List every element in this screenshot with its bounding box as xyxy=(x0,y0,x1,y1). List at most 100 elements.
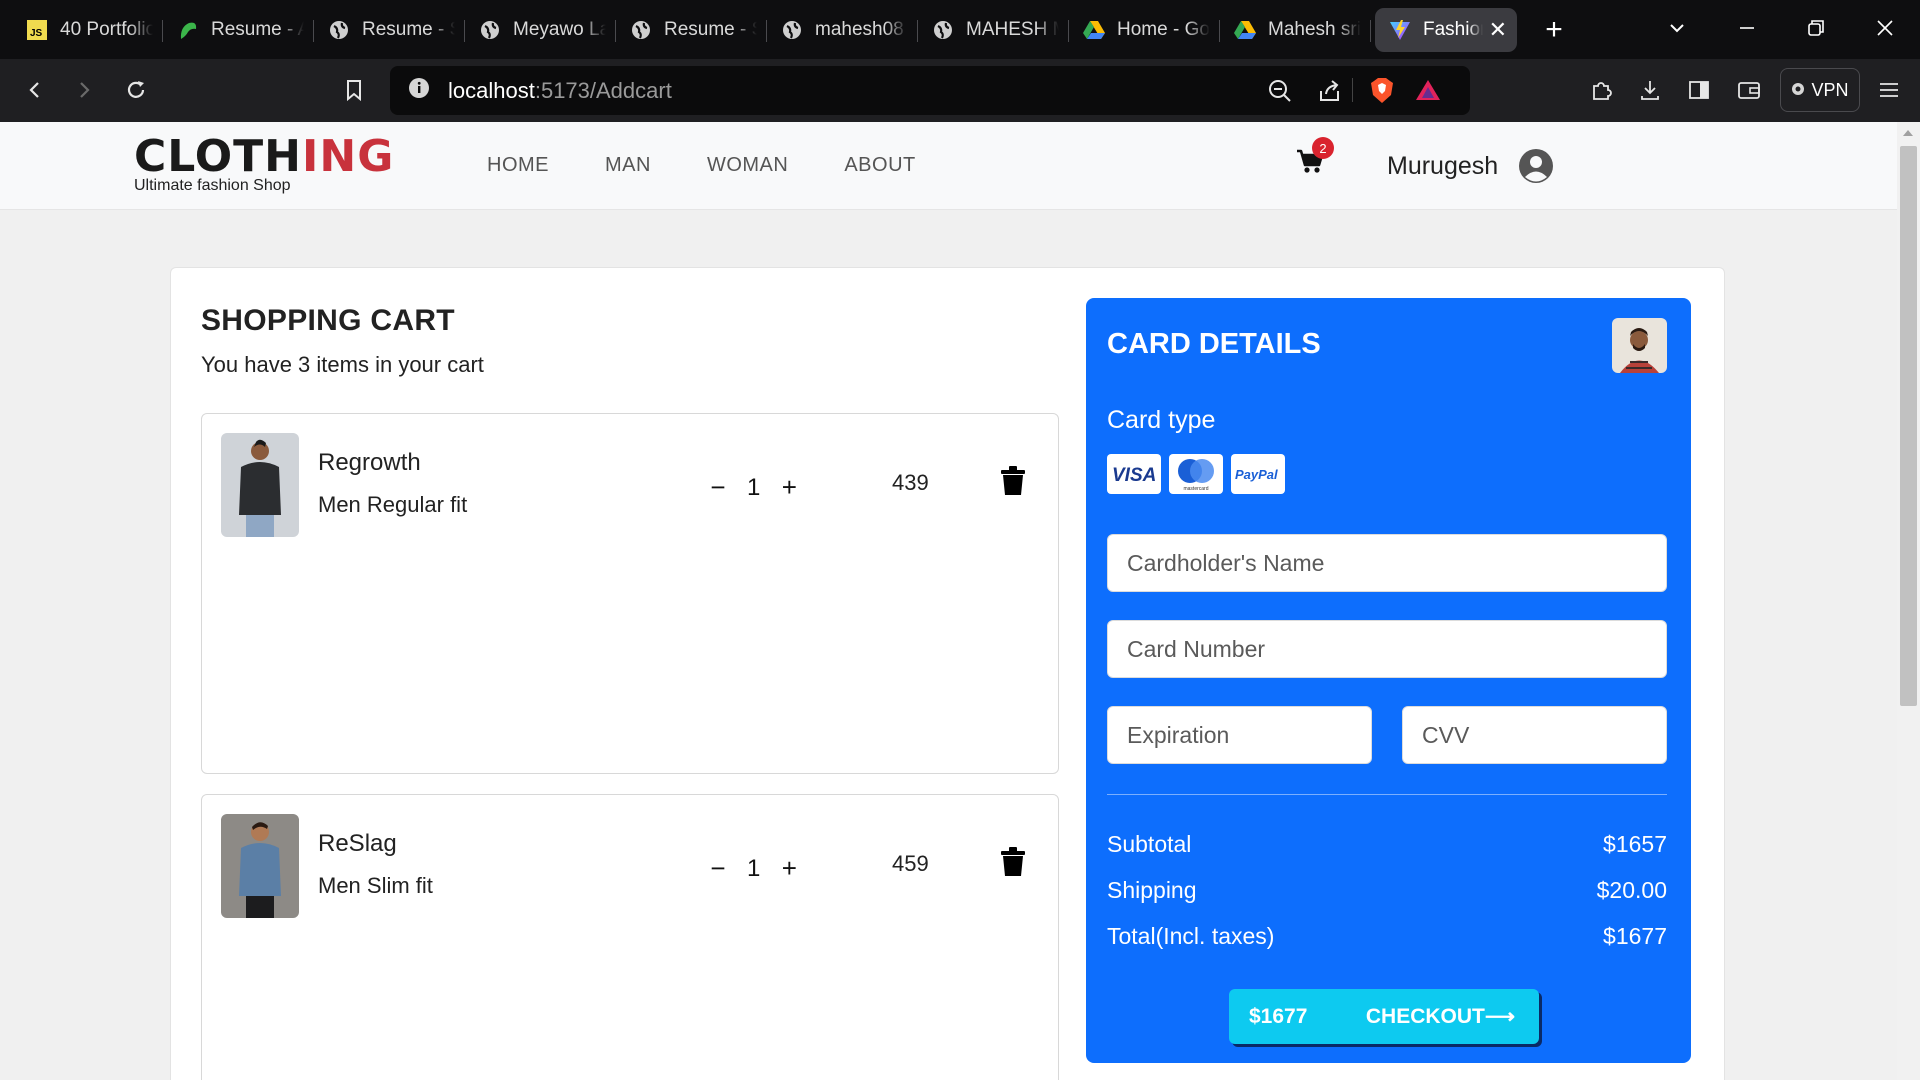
zoom-out-icon[interactable] xyxy=(1268,79,1292,108)
product-fit: Men Slim fit xyxy=(318,873,433,898)
tab-title: Mahesh sri xyxy=(1268,18,1361,40)
trash-icon[interactable] xyxy=(1000,466,1026,501)
bookmark-icon[interactable] xyxy=(337,73,371,107)
card-brands: VISA mastercard PayPal xyxy=(1107,454,1285,494)
quantity-value: 1 xyxy=(747,854,761,882)
close-tab-icon[interactable]: ✕ xyxy=(1489,17,1507,43)
browser-tab[interactable]: Resume - S xyxy=(616,8,767,52)
nav-home[interactable]: HOME xyxy=(487,154,549,177)
decrease-qty-button[interactable]: − xyxy=(707,853,729,884)
chevron-down-icon[interactable] xyxy=(1668,6,1686,50)
globe-icon xyxy=(781,19,803,41)
product-fit: Men Regular fit xyxy=(318,492,468,517)
nav-man[interactable]: MAN xyxy=(605,154,651,177)
browser-tab[interactable]: mahesh08 xyxy=(767,8,918,52)
tab-title: Fashion xyxy=(1423,18,1483,40)
logo-part: CL xyxy=(134,131,195,182)
url-host: localhost xyxy=(448,77,535,103)
browser-tab[interactable]: Resume - A xyxy=(163,8,314,52)
paypal-label: PayPal xyxy=(1235,467,1278,482)
increase-qty-button[interactable]: + xyxy=(778,853,800,884)
url-path: :5173/Addcart xyxy=(534,77,672,103)
page-viewport: CLOTHING Ultimate fashion Shop HOME MAN … xyxy=(0,122,1897,1080)
logo-part: TH xyxy=(233,131,303,182)
back-icon[interactable] xyxy=(18,73,52,107)
cart-container: SHOPPING CART You have 3 items in your c… xyxy=(170,267,1725,1080)
vpn-button[interactable]: VPN xyxy=(1780,68,1860,112)
card-details-panel: CARD DETAILS Card type VISA mastercard P… xyxy=(1086,298,1691,1063)
download-icon[interactable] xyxy=(1633,73,1667,107)
checkout-button[interactable]: $1677 CHECKOUT⟶ xyxy=(1229,989,1539,1044)
logo[interactable]: CLOTHING Ultimate fashion Shop xyxy=(134,134,394,195)
card-number-field[interactable] xyxy=(1107,620,1667,678)
nav-woman[interactable]: WOMAN xyxy=(707,154,788,177)
share-icon[interactable] xyxy=(1318,79,1342,108)
cardholder-name-field[interactable] xyxy=(1107,534,1667,592)
avatar xyxy=(1612,318,1667,373)
user-name[interactable]: Murugesh xyxy=(1387,152,1498,181)
address-bar[interactable]: localhost:5173/Addcart xyxy=(390,66,1470,115)
increase-qty-button[interactable]: + xyxy=(778,472,800,503)
total-label: Total(Incl. taxes) xyxy=(1107,923,1275,949)
cart-item: ReSlag Men Slim fit − 1 + 459 xyxy=(201,794,1059,1080)
browser-tab[interactable]: MAHESH M xyxy=(918,8,1069,52)
browser-tab[interactable]: Meyawo La xyxy=(465,8,616,52)
product-name: Regrowth xyxy=(318,449,421,476)
card-type-label: Card type xyxy=(1107,406,1216,434)
info-icon[interactable] xyxy=(408,77,430,104)
tab-title: Resume - S xyxy=(664,18,757,40)
total-value: $1677 xyxy=(1603,923,1667,949)
vpn-label: VPN xyxy=(1811,79,1849,100)
scrollbar-thumb[interactable] xyxy=(1900,146,1917,706)
shipping-value: $20.00 xyxy=(1596,877,1667,903)
scrollbar[interactable] xyxy=(1897,122,1920,1080)
shipping-label: Shipping xyxy=(1107,877,1197,903)
browser-tab[interactable]: Resume - S xyxy=(314,8,465,52)
decrease-qty-button[interactable]: − xyxy=(707,472,729,503)
browser-tab-active[interactable]: Fashion ✕ xyxy=(1375,7,1517,52)
minimize-icon[interactable] xyxy=(1738,6,1756,50)
quantity-stepper: − 1 + xyxy=(707,472,800,503)
subtotal-row: Subtotal $1657 xyxy=(1107,831,1667,858)
browser-tab[interactable]: JS 40 Portfolio xyxy=(12,8,163,52)
tab-title: Resume - S xyxy=(362,18,455,40)
browser-tab[interactable]: Mahesh sri xyxy=(1220,8,1371,52)
ninja-icon xyxy=(177,19,199,41)
logo-part: O xyxy=(194,131,234,182)
reload-icon[interactable] xyxy=(119,73,153,107)
main-nav: HOME MAN WOMAN ABOUT xyxy=(487,154,916,177)
extensions-icon[interactable] xyxy=(1585,73,1619,107)
nav-about[interactable]: ABOUT xyxy=(844,154,915,177)
cart-item: Regrowth Men Regular fit − 1 + 439 xyxy=(201,413,1059,774)
cvv-field[interactable] xyxy=(1402,706,1667,764)
tab-title: Resume - A xyxy=(211,18,304,40)
visa-icon[interactable]: VISA xyxy=(1107,454,1161,494)
cart-subtitle: You have 3 items in your cart xyxy=(201,352,484,377)
browser-tab-bar: JS 40 Portfolio Resume - A Resume - S Me… xyxy=(0,0,1920,59)
expiration-field[interactable] xyxy=(1107,706,1372,764)
trash-icon[interactable] xyxy=(1000,847,1026,882)
restore-icon[interactable] xyxy=(1807,6,1825,50)
checkout-amount: $1677 xyxy=(1249,1004,1308,1028)
forward-icon[interactable] xyxy=(67,73,101,107)
scroll-up-icon[interactable] xyxy=(1903,130,1913,136)
menu-icon[interactable] xyxy=(1872,73,1906,107)
browser-tab[interactable]: Home - Go xyxy=(1069,8,1220,52)
user-account-icon[interactable] xyxy=(1518,148,1554,189)
mastercard-label: mastercard xyxy=(1183,486,1208,492)
new-tab-button[interactable]: + xyxy=(1539,13,1569,47)
shipping-row: Shipping $20.00 xyxy=(1107,877,1667,904)
logo-part: ING xyxy=(302,131,395,182)
wallet-icon[interactable] xyxy=(1732,73,1766,107)
tab-title: 40 Portfolio xyxy=(60,18,153,40)
total-row: Total(Incl. taxes) $1677 xyxy=(1107,923,1667,950)
tab-title: MAHESH M xyxy=(966,18,1059,40)
cart-title: SHOPPING CART xyxy=(201,304,455,337)
mastercard-icon[interactable]: mastercard xyxy=(1169,454,1223,494)
close-window-icon[interactable] xyxy=(1876,6,1894,50)
brave-rewards-icon[interactable] xyxy=(1415,79,1441,106)
tab-title: Home - Go xyxy=(1117,18,1210,40)
paypal-icon[interactable]: PayPal xyxy=(1231,454,1285,494)
sidebar-icon[interactable] xyxy=(1682,73,1716,107)
brave-shields-icon[interactable] xyxy=(1370,77,1394,109)
